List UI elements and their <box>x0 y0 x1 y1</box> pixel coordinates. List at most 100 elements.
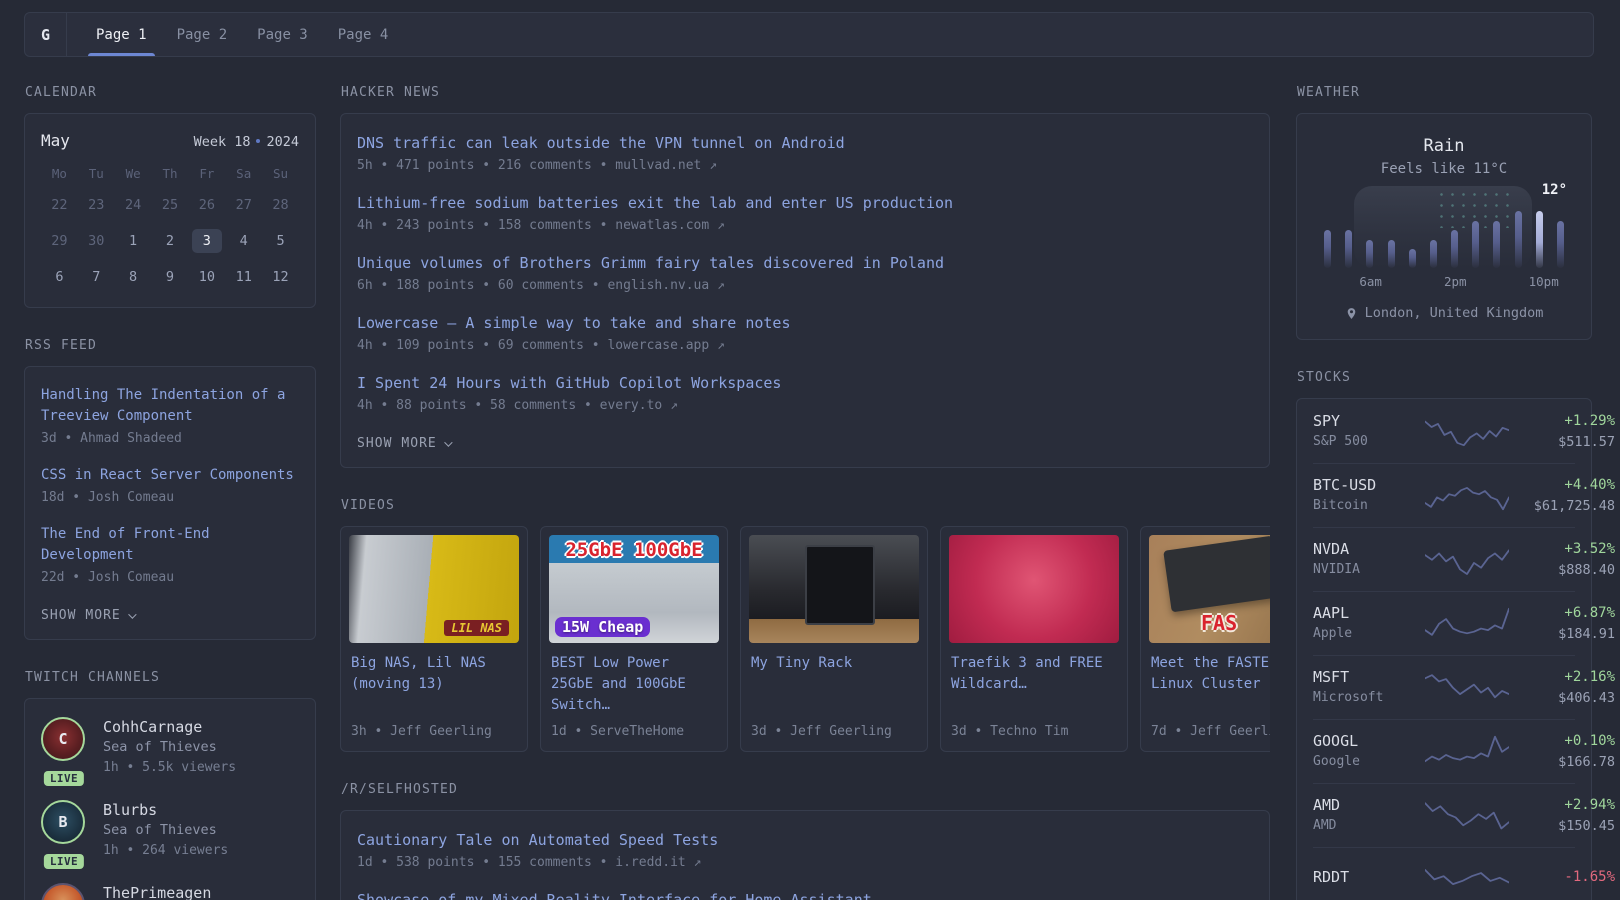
video-thumbnail[interactable]: 25GbE 100GbE 15W Cheap <box>549 535 719 643</box>
twitch-channel-row[interactable]: ThePrimeagen <box>41 883 299 900</box>
section-title-videos: VIDEOS <box>341 498 1270 513</box>
weather-axis-label <box>1317 274 1338 289</box>
video-meta: 3d • Techno Tim <box>951 716 1117 739</box>
stock-values: +1.29% $511.57 <box>1517 410 1615 452</box>
video-title[interactable]: Meet the FASTEST Linux Cluster <box>1151 653 1270 695</box>
video-title[interactable]: Traefik 3 and FREE Wildcard… <box>951 653 1117 695</box>
stock-sparkline <box>1425 476 1509 514</box>
calendar-day: 2 <box>155 229 185 253</box>
hacker-news-item-title[interactable]: Unique volumes of Brothers Grimm fairy t… <box>357 252 1253 274</box>
video-card[interactable]: LIL NAS Big NAS, Lil NAS (moving 13) 3h … <box>340 526 528 752</box>
stock-change: +3.52% <box>1517 538 1615 560</box>
videos-scroller[interactable]: LIL NAS Big NAS, Lil NAS (moving 13) 3h … <box>340 526 1270 752</box>
video-thumbnail[interactable]: LIL NAS <box>349 535 519 643</box>
hacker-news-item-title[interactable]: DNS traffic can leak outside the VPN tun… <box>357 132 1253 154</box>
nav-tab[interactable]: Page 3 <box>242 13 323 56</box>
calendar-day: 4 <box>229 229 259 253</box>
calendar-week-year: Week 182024 <box>194 134 299 150</box>
stock-values: +2.16% $406.43 <box>1517 666 1615 708</box>
hacker-news-show-more-button[interactable]: SHOW MORE <box>357 432 450 453</box>
weather-bar-column <box>1402 206 1423 268</box>
calendar-day: 7 <box>81 265 111 289</box>
reddit-item-title[interactable]: Cautionary Tale on Automated Speed Tests <box>357 829 1253 851</box>
nav-tab[interactable]: Page 1 <box>81 13 162 56</box>
calendar-day: 24 <box>118 193 148 217</box>
stock-row[interactable]: NVDA NVIDIA +3.52% $888.40 <box>1297 527 1591 591</box>
middle-column: HACKER NEWS DNS traffic can leak outside… <box>340 85 1270 900</box>
weather-bar <box>1536 211 1543 268</box>
video-meta: 3h • Jeff Geerling <box>351 716 517 739</box>
weather-bar <box>1430 240 1437 269</box>
rss-show-more-button[interactable]: SHOW MORE <box>41 604 134 625</box>
stock-sparkline <box>1425 540 1509 578</box>
stock-id: SPY S&P 500 <box>1313 410 1417 452</box>
stock-row[interactable]: MSFT Microsoft +2.16% $406.43 <box>1297 655 1591 719</box>
rss-item-title[interactable]: Handling The Indentation of a Treeview C… <box>41 385 299 427</box>
video-card[interactable]: My Tiny Rack 3d • Jeff Geerling <box>740 526 928 752</box>
hacker-news-item-meta: 6h • 188 points • 60 comments • english.… <box>357 276 1253 296</box>
twitch-channel-row[interactable]: C LIVE CohhCarnage Sea of Thieves 1h • 5… <box>41 717 299 778</box>
weather-axis-label <box>1507 274 1528 289</box>
stock-symbol: MSFT <box>1313 666 1417 688</box>
twitch-avatar: C <box>41 717 85 761</box>
weather-axis-label <box>1381 274 1402 289</box>
stock-row[interactable]: BTC-USD Bitcoin +4.40% $61,725.48 <box>1297 463 1591 527</box>
calendar-header: May Week 182024 <box>41 131 299 150</box>
twitch-channel-meta: 1h • 5.5k viewers <box>103 758 236 778</box>
weather-bar <box>1388 240 1395 269</box>
stock-row[interactable]: SPY S&P 500 +1.29% $511.57 <box>1297 399 1591 463</box>
app-logo[interactable]: G <box>25 13 67 56</box>
twitch-channel-row[interactable]: B LIVE Blurbs Sea of Thieves 1h • 264 vi… <box>41 800 299 861</box>
nav-tab[interactable]: Page 4 <box>323 13 404 56</box>
stock-sparkline <box>1425 668 1509 706</box>
stock-values: +0.10% $166.78 <box>1517 730 1615 772</box>
weather-axis-label <box>1550 274 1571 289</box>
hacker-news-widget: HACKER NEWS DNS traffic can leak outside… <box>340 85 1270 468</box>
video-thumbnail[interactable]: FAS <box>1149 535 1270 643</box>
left-column: CALENDAR May Week 182024 MoTuWeThFrSaSu … <box>24 85 316 900</box>
stock-row[interactable]: AMD AMD +2.94% $150.45 <box>1297 783 1591 847</box>
rss-item: The End of Front-End Development 22d • J… <box>41 524 299 588</box>
calendar-day: 10 <box>192 265 222 289</box>
rss-item: CSS in React Server Components 18d • Jos… <box>41 465 299 508</box>
hacker-news-item-title[interactable]: I Spent 24 Hours with GitHub Copilot Wor… <box>357 372 1253 394</box>
twitch-channel-info: Blurbs Sea of Thieves 1h • 264 viewers <box>103 800 228 861</box>
calendar-day: 25 <box>155 193 185 217</box>
stock-name: S&P 500 <box>1313 432 1417 452</box>
video-title[interactable]: My Tiny Rack <box>751 653 917 695</box>
stock-values: -1.65% <box>1517 866 1615 888</box>
reddit-item-title[interactable]: Showcase of my Mixed Reality Interface f… <box>357 889 1253 900</box>
stock-row[interactable]: RDDT -1.65% <box>1297 847 1591 900</box>
rss-item-meta: 22d • Josh Comeau <box>41 568 299 588</box>
stock-price: $184.91 <box>1517 624 1615 644</box>
stock-row[interactable]: GOOGL Google +0.10% $166.78 <box>1297 719 1591 783</box>
stock-row[interactable]: AAPL Apple +6.87% $184.91 <box>1297 591 1591 655</box>
video-title[interactable]: Big NAS, Lil NAS (moving 13) <box>351 653 517 695</box>
calendar-month: May <box>41 131 70 150</box>
video-thumbnail[interactable] <box>749 535 919 643</box>
video-card[interactable]: Traefik 3 and FREE Wildcard… 3d • Techno… <box>940 526 1128 752</box>
hacker-news-item-title[interactable]: Lithium-free sodium batteries exit the l… <box>357 192 1253 214</box>
weather-bar-column <box>1359 206 1380 268</box>
video-thumbnail[interactable] <box>949 535 1119 643</box>
stock-price: $150.45 <box>1517 816 1615 836</box>
twitch-channel-info: CohhCarnage Sea of Thieves 1h • 5.5k vie… <box>103 717 236 778</box>
weather-axis-label: 2pm <box>1444 274 1465 289</box>
video-card[interactable]: 25GbE 100GbE 15W Cheap BEST Low Power 25… <box>540 526 728 752</box>
weather-bar-column <box>1423 206 1444 268</box>
twitch-avatar-wrap <box>41 883 87 900</box>
stock-symbol: BTC-USD <box>1313 474 1417 496</box>
weather-card: Rain Feels like 11°C 12° 6am2pm10pm Lond… <box>1296 113 1592 340</box>
right-column: WEATHER Rain Feels like 11°C 12° 6am2pm1… <box>1296 85 1592 900</box>
rss-item-title[interactable]: The End of Front-End Development <box>41 524 299 566</box>
twitch-widget: TWITCH CHANNELS C LIVE CohhCarnage Sea o… <box>24 670 316 900</box>
video-card[interactable]: FAS Meet the FASTEST Linux Cluster 7d • … <box>1140 526 1270 752</box>
rss-card: Handling The Indentation of a Treeview C… <box>24 366 316 640</box>
video-title[interactable]: BEST Low Power 25GbE and 100GbE Switch… <box>551 653 717 716</box>
rss-item-title[interactable]: CSS in React Server Components <box>41 465 299 486</box>
top-nav: G Page 1 Page 2 Page 3 Page 4 <box>24 12 1594 57</box>
rss-widget: RSS FEED Handling The Indentation of a T… <box>24 338 316 640</box>
nav-tab[interactable]: Page 2 <box>162 13 243 56</box>
section-title-rss: RSS FEED <box>25 338 316 353</box>
hacker-news-item-title[interactable]: Lowercase – A simple way to take and sha… <box>357 312 1253 334</box>
